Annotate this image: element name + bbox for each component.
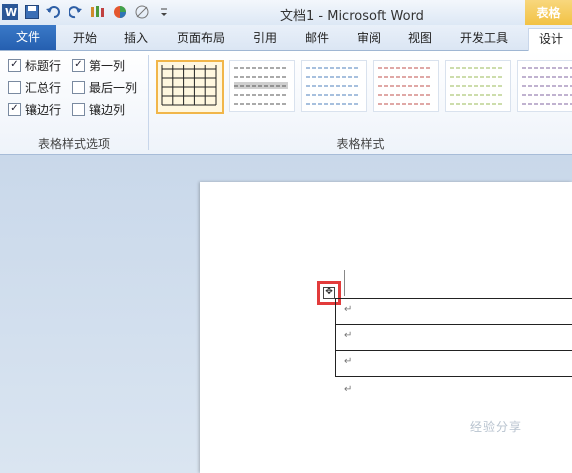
- tab-developer[interactable]: 开发工具: [458, 28, 510, 48]
- table-style-light-shading-accent3[interactable]: [445, 60, 511, 112]
- tab-design[interactable]: 设计: [528, 28, 572, 51]
- tab-view[interactable]: 视图: [407, 28, 433, 48]
- paragraph-mark: ↵: [344, 304, 353, 315]
- table-style-light-shading-accent4[interactable]: [517, 60, 572, 112]
- option-last-column[interactable]: 最后一列: [72, 78, 137, 96]
- checkbox[interactable]: ✓: [72, 58, 85, 72]
- option-label: 最后一列: [89, 80, 138, 95]
- checkbox[interactable]: ✓: [8, 58, 21, 72]
- tab-mailings[interactable]: 邮件: [304, 28, 330, 48]
- option-first-column[interactable]: ✓ 第一列: [72, 56, 125, 74]
- checkbox[interactable]: [72, 102, 85, 116]
- window-title: 文档1 - Microsoft Word: [280, 9, 424, 24]
- table-style-light-shading-accent1[interactable]: [301, 60, 367, 112]
- paragraph-mark: ↵: [344, 356, 353, 367]
- option-label: 镶边列: [89, 102, 126, 117]
- table-style-grid[interactable]: [156, 60, 224, 114]
- word-logo-icon: W: [2, 4, 18, 20]
- table-row[interactable]: ↵: [335, 298, 572, 325]
- table-styles-group: 表格样式: [149, 51, 572, 154]
- tab-references[interactable]: 引用: [252, 28, 278, 48]
- checkbox[interactable]: [8, 80, 21, 94]
- table-style-options-group: ✓ 标题行 ✓ 第一列 汇总行 最后一列 ✓ 镶边行 镶边列 表格样式选项: [0, 51, 148, 154]
- format-painter-icon[interactable]: [90, 4, 106, 20]
- table-style-light-shading-accent2[interactable]: [373, 60, 439, 112]
- margin-guide: [344, 270, 345, 296]
- tab-page-layout[interactable]: 页面布局: [175, 28, 227, 48]
- move-arrows-icon: ✥: [323, 287, 335, 299]
- paragraph-mark: ↵: [344, 330, 353, 341]
- option-banded-rows[interactable]: ✓ 镶边行: [8, 100, 61, 118]
- option-header-row[interactable]: ✓ 标题行: [8, 56, 61, 74]
- tab-file[interactable]: 文件: [0, 25, 56, 50]
- table-row[interactable]: ↵: [335, 325, 572, 351]
- quick-access-toolbar: W: [2, 3, 172, 21]
- paragraph-mark: ↵: [344, 384, 353, 395]
- checkbox[interactable]: ✓: [8, 102, 21, 116]
- option-label: 汇总行: [25, 80, 62, 95]
- ribbon-tab-bar: 文件 开始 插入 页面布局 引用 邮件 审阅 视图 开发工具 设计: [0, 25, 572, 51]
- tab-review[interactable]: 审阅: [356, 28, 382, 48]
- group-label: 表格样式选项: [37, 137, 110, 151]
- undo-icon[interactable]: [46, 4, 62, 20]
- table-style-light-shading[interactable]: [229, 60, 295, 112]
- title-bar: W 文档1 - Microsoft Word 表格: [0, 0, 572, 25]
- tab-home[interactable]: 开始: [72, 28, 98, 48]
- option-banded-columns[interactable]: 镶边列: [72, 100, 125, 118]
- option-label: 标题行: [25, 58, 62, 73]
- svg-text:W: W: [5, 6, 17, 19]
- tab-insert[interactable]: 插入: [123, 28, 149, 48]
- option-label: 第一列: [89, 58, 126, 73]
- option-total-row[interactable]: 汇总行: [8, 78, 61, 96]
- watermark: 经验分享: [470, 420, 523, 434]
- draw-icon[interactable]: [134, 4, 150, 20]
- option-label: 镶边行: [25, 102, 62, 117]
- table-tools-context-tab[interactable]: 表格: [525, 0, 572, 25]
- save-icon[interactable]: [24, 4, 40, 20]
- ribbon: ✓ 标题行 ✓ 第一列 汇总行 最后一列 ✓ 镶边行 镶边列 表格样式选项 表格…: [0, 51, 572, 155]
- color-wheel-icon[interactable]: [112, 4, 128, 20]
- document-table[interactable]: ↵ ↵ ↵: [335, 298, 572, 377]
- table-row[interactable]: ↵: [335, 351, 572, 377]
- redo-icon[interactable]: [68, 4, 84, 20]
- customize-toolbar-icon[interactable]: [156, 4, 172, 20]
- checkbox[interactable]: [72, 80, 85, 94]
- group-label: 表格样式: [336, 137, 385, 151]
